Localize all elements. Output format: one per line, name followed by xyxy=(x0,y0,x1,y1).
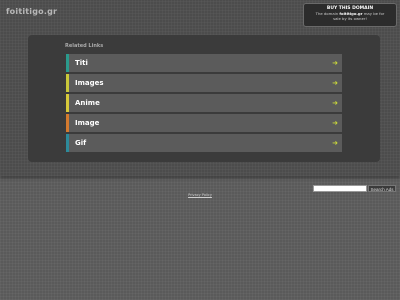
top-band: foititigo.gr BUY THIS DOMAIN The domain … xyxy=(0,0,400,176)
related-link-label: Titi xyxy=(75,59,88,67)
buy-domain-box[interactable]: BUY THIS DOMAIN The domain foititigo.gr … xyxy=(303,3,397,27)
related-link-label: Images xyxy=(75,79,104,87)
privacy-policy-link[interactable]: Privacy Policy xyxy=(0,193,400,197)
related-link-anime[interactable]: Anime ➜ xyxy=(66,94,342,112)
buy-domain-text: The domain foititigo.gr may be for sale … xyxy=(304,11,396,21)
related-link-label: Gif xyxy=(75,139,87,147)
related-links-title: Related Links xyxy=(65,43,104,49)
related-link-label: Anime xyxy=(75,99,100,107)
search-ads-button[interactable]: Search Ads xyxy=(368,185,396,192)
arrow-right-icon: ➜ xyxy=(332,119,338,127)
related-link-image[interactable]: Image ➜ xyxy=(66,114,342,132)
domain-title[interactable]: foititigo.gr xyxy=(6,7,57,16)
search-input[interactable] xyxy=(313,185,367,192)
related-link-titi[interactable]: Titi ➜ xyxy=(66,54,342,72)
related-link-images[interactable]: Images ➜ xyxy=(66,74,342,92)
arrow-right-icon: ➜ xyxy=(332,99,338,107)
arrow-right-icon: ➜ xyxy=(332,79,338,87)
related-links-panel: Related Links Titi ➜ Images ➜ Anime ➜ Im… xyxy=(28,35,380,162)
arrow-right-icon: ➜ xyxy=(332,59,338,67)
related-links-list: Titi ➜ Images ➜ Anime ➜ Image ➜ Gif ➜ xyxy=(66,54,342,154)
arrow-right-icon: ➜ xyxy=(332,139,338,147)
related-link-label: Image xyxy=(75,119,100,127)
related-link-gif[interactable]: Gif ➜ xyxy=(66,134,342,152)
